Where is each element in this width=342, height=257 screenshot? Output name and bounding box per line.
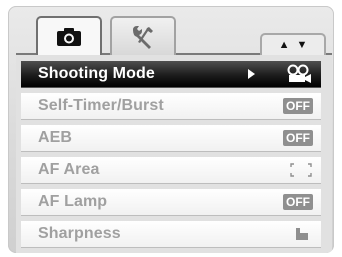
menu-item-label: Self-Timer/Burst (38, 97, 164, 114)
menu-item-self-timer-burst[interactable]: Self-Timer/Burst OFF (21, 93, 321, 119)
menu-item-af-lamp[interactable]: AF Lamp OFF (21, 189, 321, 215)
af-area-brackets-icon (290, 163, 312, 177)
nav-up-icon[interactable]: ▲ (279, 39, 290, 51)
menu-item-label: AF Area (38, 161, 100, 178)
nav-down-icon[interactable]: ▼ (297, 39, 308, 51)
tab-setup[interactable] (110, 16, 176, 55)
video-camera-icon (287, 64, 311, 83)
menu-item-label: Sharpness (38, 225, 121, 242)
camera-menu-screen: ▲ ▼ Shooting Mode Self-Timer/Burst OFF A… (8, 6, 334, 253)
menu-item-label: AF Lamp (38, 193, 108, 210)
menu-item-aeb[interactable]: AEB OFF (21, 125, 321, 151)
menu-item-shooting-mode[interactable]: Shooting Mode (21, 61, 321, 87)
tab-camera[interactable] (36, 16, 102, 55)
off-status-badge: OFF (283, 194, 313, 210)
menu-item-label: Shooting Mode (38, 65, 155, 82)
wrench-screwdriver-icon (133, 25, 153, 49)
camera-icon (57, 27, 81, 46)
submenu-arrow-icon (248, 69, 255, 79)
menu-item-sharpness[interactable]: Sharpness (21, 221, 321, 247)
menu-list: Shooting Mode Self-Timer/Burst OFF AEB O… (16, 53, 332, 253)
sharpness-icon (296, 228, 308, 240)
menu-item-label: AEB (38, 129, 73, 146)
off-status-badge: OFF (283, 130, 313, 146)
menu-item-af-area[interactable]: AF Area (21, 157, 321, 183)
off-status-badge: OFF (283, 98, 313, 114)
page-nav-arrows[interactable]: ▲ ▼ (260, 33, 326, 55)
